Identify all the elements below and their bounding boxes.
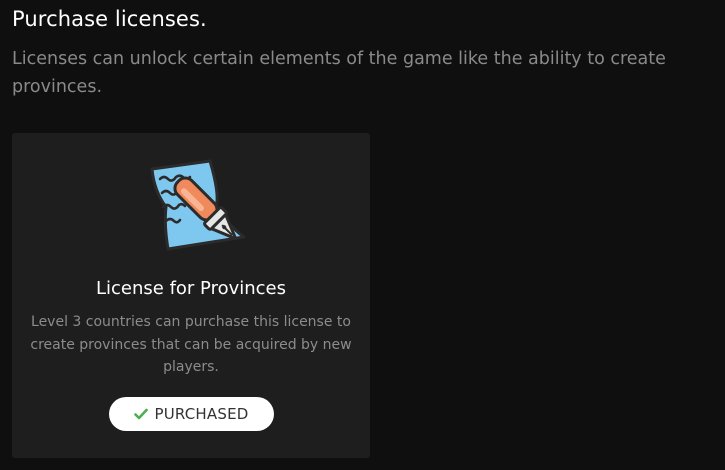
document-pen-icon [150, 159, 246, 251]
license-description: Level 3 countries can purchase this lice… [30, 314, 352, 375]
page-subtitle: Licenses can unlock certain elements of … [12, 49, 666, 97]
license-title: License for Provinces [95, 278, 287, 299]
license-card-provinces: License for Provinces Level 3 countries … [12, 133, 370, 458]
purchased-status-button[interactable]: PURCHASED [109, 397, 274, 431]
check-icon [134, 408, 149, 420]
status-label: PURCHASED [154, 405, 249, 423]
license-page: Purchase licenses. Licenses can unlock c… [0, 0, 725, 470]
page-title: Purchase licenses. [12, 7, 207, 31]
